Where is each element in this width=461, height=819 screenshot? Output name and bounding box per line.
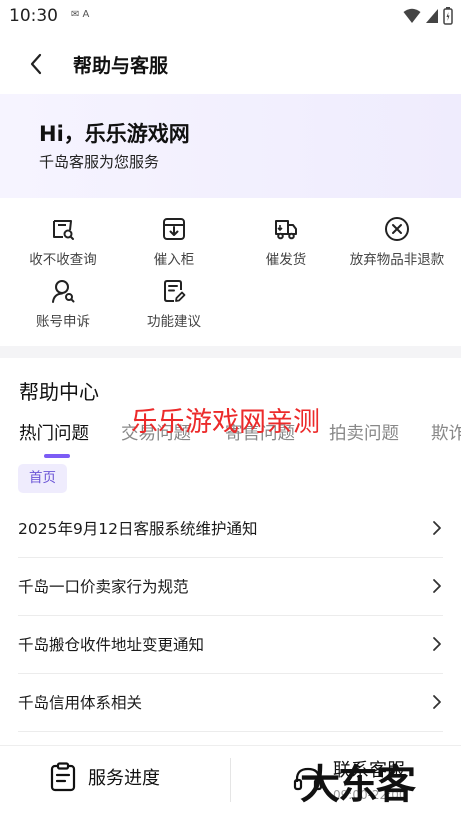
bottom-bar-separator [230, 758, 231, 802]
cabinet-in-icon [161, 216, 187, 242]
page-title: 帮助与客服 [73, 55, 169, 77]
edit-document-icon [161, 278, 187, 304]
chevron-right-icon [433, 695, 441, 709]
header: 帮助与客服 [0, 34, 461, 94]
home-chip[interactable]: 首页 [18, 464, 67, 493]
list-item[interactable]: 千岛一口价卖家行为规范 [18, 558, 443, 616]
bottom-action-bar: 服务进度 联系客服 09:00-22:00 [0, 745, 461, 819]
service-progress-button[interactable]: 服务进度 [50, 762, 160, 792]
quick-action-label: 功能建议 [147, 314, 201, 330]
tab-trade[interactable]: 交易问题 [121, 420, 191, 445]
system-icons [403, 6, 453, 26]
service-progress-label: 服务进度 [88, 768, 160, 789]
chevron-right-icon [433, 637, 441, 651]
back-button[interactable] [20, 48, 52, 80]
quick-action-suggestion[interactable]: 功能建议 [119, 278, 229, 334]
contact-support-button[interactable]: 联系客服 09:00-22:00 [293, 752, 453, 812]
active-tab-indicator [44, 454, 70, 458]
close-circle-icon [384, 216, 410, 242]
chevron-right-icon [433, 579, 441, 593]
account-search-icon [50, 278, 76, 304]
wifi-icon [403, 8, 421, 23]
list-item[interactable]: 千岛信用体系相关 [18, 674, 443, 732]
quick-action-label: 放弃物品非退款 [349, 252, 445, 268]
quick-action-label: 收不收查询 [29, 252, 97, 268]
quick-actions-grid: 收不收查询 催入柜 催发货 放弃物品非退款 账号申诉 功能建议 [0, 198, 461, 346]
quick-action-query[interactable]: 收不收查询 [8, 216, 118, 272]
tab-hot[interactable]: 热门问题 [19, 420, 89, 445]
help-center-title: 帮助中心 [19, 380, 99, 404]
contact-support-label: 联系客服 [333, 760, 405, 781]
list-item[interactable]: 2025年9月12日客服系统维护通知 [18, 500, 443, 558]
search-cart-icon [50, 216, 76, 242]
headset-icon [293, 767, 323, 791]
status-time: 10:30 [9, 6, 58, 26]
quick-action-cabinet[interactable]: 催入柜 [119, 216, 229, 272]
chevron-left-icon [30, 53, 42, 75]
list-item-title: 千岛信用体系相关 [18, 694, 143, 712]
quick-action-abandon[interactable]: 放弃物品非退款 [342, 216, 452, 272]
greeting-subtitle: 千岛客服为您服务 [39, 153, 160, 171]
help-page: 10:30 ✉ A 帮助与客服 Hi，乐乐游戏网 千岛客服为您服务 收不收查询 [0, 0, 461, 819]
list-item[interactable]: 千岛搬仓收件地址变更通知 [18, 616, 443, 674]
support-hours: 09:00-22:00 [333, 788, 407, 802]
greeting-title: Hi，乐乐游戏网 [39, 122, 190, 146]
chevron-right-icon [433, 521, 441, 535]
tab-consignment[interactable]: 寄售问题 [225, 420, 295, 445]
greeting-banner: Hi，乐乐游戏网 千岛客服为您服务 [0, 94, 461, 198]
status-bar: 10:30 ✉ A [0, 0, 461, 34]
battery-icon [443, 7, 453, 25]
tab-fraud[interactable]: 欺诈 [431, 420, 461, 445]
tab-auction[interactable]: 拍卖问题 [329, 420, 399, 445]
clipboard-icon [50, 762, 76, 792]
quick-action-label: 催入柜 [153, 252, 195, 268]
list-item-title: 千岛搬仓收件地址变更通知 [18, 636, 205, 654]
signal-icon [426, 9, 438, 23]
quick-action-appeal[interactable]: 账号申诉 [8, 278, 118, 334]
quick-action-label: 账号申诉 [36, 314, 90, 330]
quick-action-label: 催发货 [265, 252, 307, 268]
section-divider [0, 346, 461, 358]
quick-action-delivery[interactable]: 催发货 [231, 216, 341, 272]
list-item-title: 千岛一口价卖家行为规范 [18, 578, 189, 596]
list-item-title: 2025年9月12日客服系统维护通知 [18, 520, 258, 538]
delivery-truck-icon [273, 216, 299, 242]
notification-icons: ✉ A [71, 9, 90, 20]
